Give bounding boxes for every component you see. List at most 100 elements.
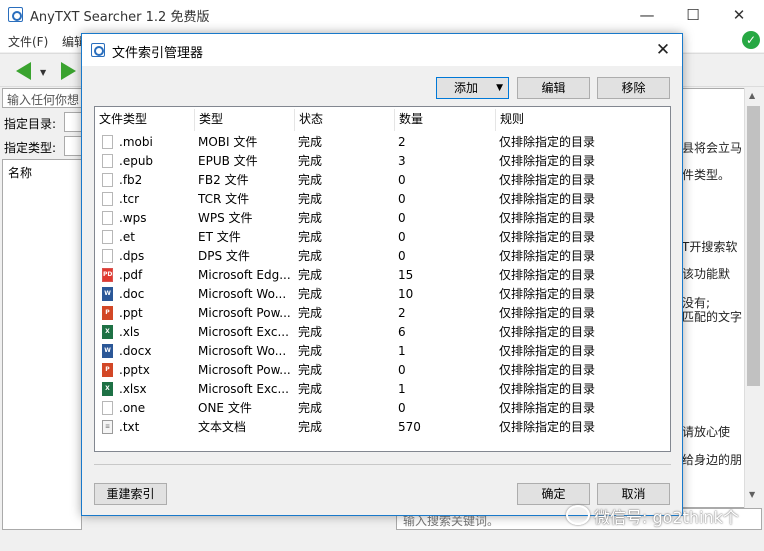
column-header-status[interactable]: 状态 xyxy=(295,109,395,131)
table-row[interactable]: .tcr TCR 文件 完成 0 仅排除指定的目录 xyxy=(95,189,666,208)
minimize-button[interactable]: — xyxy=(624,0,670,30)
file-ext-cell-text: .xlsx xyxy=(119,381,147,396)
status-cell-text: 完成 xyxy=(298,268,323,282)
search-input[interactable]: 输入任何你想 xyxy=(2,88,82,108)
file-ext-cell-text: .doc xyxy=(119,286,145,301)
maximize-button[interactable]: ☐ xyxy=(670,0,716,30)
name-column-header[interactable]: 名称 xyxy=(8,164,32,181)
wechat-logo-icon xyxy=(566,505,590,525)
count-cell-text: 3 xyxy=(398,153,406,168)
status-cell: 完成 xyxy=(295,303,395,322)
table-row[interactable]: .mobi MOBI 文件 完成 2 仅排除指定的目录 xyxy=(95,132,666,151)
file-type-cell: EPUB 文件 xyxy=(195,151,295,170)
status-cell: 完成 xyxy=(295,322,395,341)
ok-button[interactable]: 确定 xyxy=(517,483,590,505)
menu-file[interactable]: 文件(F) xyxy=(8,33,48,50)
status-cell: 完成 xyxy=(295,208,395,227)
file-ext-cell-text: .pdf xyxy=(119,267,143,282)
results-list[interactable]: 名称 xyxy=(2,159,82,530)
status-cell-text: 完成 xyxy=(298,173,323,187)
file-type-cell: WPS 文件 xyxy=(195,208,295,227)
table-row[interactable]: .fb2 FB2 文件 完成 0 仅排除指定的目录 xyxy=(95,170,666,189)
table-row[interactable]: PDF .pdf Microsoft Edg... 完成 15 仅排除指定的目录 xyxy=(95,265,666,284)
rule-cell-text: 仅排除指定的目录 xyxy=(499,325,596,339)
rule-cell: 仅排除指定的目录 xyxy=(496,151,666,170)
add-button-label: 添加 xyxy=(453,81,478,95)
add-button[interactable]: 添加 ▼ xyxy=(436,77,509,99)
chevron-down-icon[interactable]: ▼ xyxy=(40,68,46,77)
scroll-down-icon[interactable]: ▼ xyxy=(749,490,755,499)
column-header-ext[interactable]: 文件类型 xyxy=(95,109,195,131)
preview-text-line: 匹配的文字 xyxy=(682,310,743,324)
table-row[interactable]: .one ONE 文件 完成 0 仅排除指定的目录 xyxy=(95,398,666,417)
file-ext-cell-text: .one xyxy=(119,400,146,415)
table-row[interactable]: W .docx Microsoft Wo... 完成 1 仅排除指定的目录 xyxy=(95,341,666,360)
count-cell-text: 0 xyxy=(398,172,406,187)
count-cell-text: 10 xyxy=(398,286,414,301)
count-cell: 1 xyxy=(395,341,496,360)
table-row[interactable]: W .doc Microsoft Wo... 完成 10 仅排除指定的目录 xyxy=(95,284,666,303)
back-arrow-icon[interactable] xyxy=(16,62,31,80)
file-type-cell: Microsoft Wo... xyxy=(195,284,295,303)
status-cell-text: 完成 xyxy=(298,306,323,320)
status-cell-text: 完成 xyxy=(298,249,323,263)
pdf-file-icon: PDF xyxy=(102,267,116,282)
rebuild-index-button[interactable]: 重建索引 xyxy=(94,483,167,505)
table-row[interactable]: X .xlsx Microsoft Exc... 完成 1 仅排除指定的目录 xyxy=(95,379,666,398)
file-type-cell-text: ONE 文件 xyxy=(198,401,252,415)
file-file-icon xyxy=(102,210,113,225)
file-ext-cell-text: .tcr xyxy=(119,191,140,206)
status-cell: 完成 xyxy=(295,360,395,379)
count-cell: 0 xyxy=(395,360,496,379)
scrollbar-thumb[interactable] xyxy=(747,106,760,386)
table-row[interactable]: .et ET 文件 完成 0 仅排除指定的目录 xyxy=(95,227,666,246)
file-ext-cell-text: .dps xyxy=(119,248,145,263)
file-file-icon xyxy=(102,134,113,149)
dialog-title: 文件索引管理器 xyxy=(112,46,204,61)
type-select[interactable] xyxy=(64,136,82,156)
count-cell: 2 xyxy=(395,303,496,322)
cancel-button[interactable]: 取消 xyxy=(597,483,670,505)
table-row[interactable]: P .pptx Microsoft Pow... 完成 0 仅排除指定的目录 xyxy=(95,360,666,379)
status-cell: 完成 xyxy=(295,417,395,436)
rule-cell: 仅排除指定的目录 xyxy=(496,170,666,189)
status-cell: 完成 xyxy=(295,398,395,417)
status-cell: 完成 xyxy=(295,227,395,246)
file-ext-cell-text: .docx xyxy=(119,343,152,358)
table-row[interactable]: X .xls Microsoft Exc... 完成 6 仅排除指定的目录 xyxy=(95,322,666,341)
index-manager-dialog: 文件索引管理器 ✕ 添加 ▼ 编辑 移除 文件类型 类型 状态 数量 规则 .m… xyxy=(81,33,683,516)
status-bar xyxy=(0,531,764,551)
table-row[interactable]: ≡ .txt 文本文档 完成 570 仅排除指定的目录 xyxy=(95,417,666,436)
forward-arrow-icon[interactable] xyxy=(61,62,76,80)
remove-button[interactable]: 移除 xyxy=(597,77,670,99)
table-row[interactable]: .epub EPUB 文件 完成 3 仅排除指定的目录 xyxy=(95,151,666,170)
status-cell-text: 完成 xyxy=(298,344,323,358)
preview-scrollbar[interactable]: ▲ ▼ xyxy=(744,88,762,508)
file-ext-cell: P .ppt xyxy=(95,303,195,322)
table-row[interactable]: P .ppt Microsoft Pow... 完成 2 仅排除指定的目录 xyxy=(95,303,666,322)
file-type-cell-text: Microsoft Exc... xyxy=(198,381,289,396)
table-row[interactable]: .wps WPS 文件 完成 0 仅排除指定的目录 xyxy=(95,208,666,227)
preview-text-line: 县将会立马 xyxy=(682,141,743,155)
file-ext-cell: P .pptx xyxy=(95,360,195,379)
column-header-count[interactable]: 数量 xyxy=(395,109,496,131)
scroll-up-icon[interactable]: ▲ xyxy=(749,91,755,100)
close-window-button[interactable]: ✕ xyxy=(716,0,762,30)
edit-button[interactable]: 编辑 xyxy=(517,77,590,99)
status-cell: 完成 xyxy=(295,189,395,208)
file-file-icon xyxy=(102,153,113,168)
count-cell-text: 0 xyxy=(398,191,406,206)
file-ext-cell: .tcr xyxy=(95,189,195,208)
column-header-rule[interactable]: 规则 xyxy=(496,109,670,131)
table-row[interactable]: .dps DPS 文件 完成 0 仅排除指定的目录 xyxy=(95,246,666,265)
dialog-close-button[interactable]: ✕ xyxy=(648,37,678,63)
column-header-type[interactable]: 类型 xyxy=(195,109,295,131)
file-ext-cell-text: .wps xyxy=(119,210,147,225)
file-type-cell: TCR 文件 xyxy=(195,189,295,208)
dir-select[interactable] xyxy=(64,112,82,132)
file-type-cell-text: MOBI 文件 xyxy=(198,135,258,149)
count-cell: 570 xyxy=(395,417,496,436)
type-label: 指定类型: xyxy=(4,141,57,155)
file-type-list[interactable]: 文件类型 类型 状态 数量 规则 .mobi MOBI 文件 完成 2 仅排除指定的目录… xyxy=(94,106,671,452)
count-cell-text: 2 xyxy=(398,305,406,320)
